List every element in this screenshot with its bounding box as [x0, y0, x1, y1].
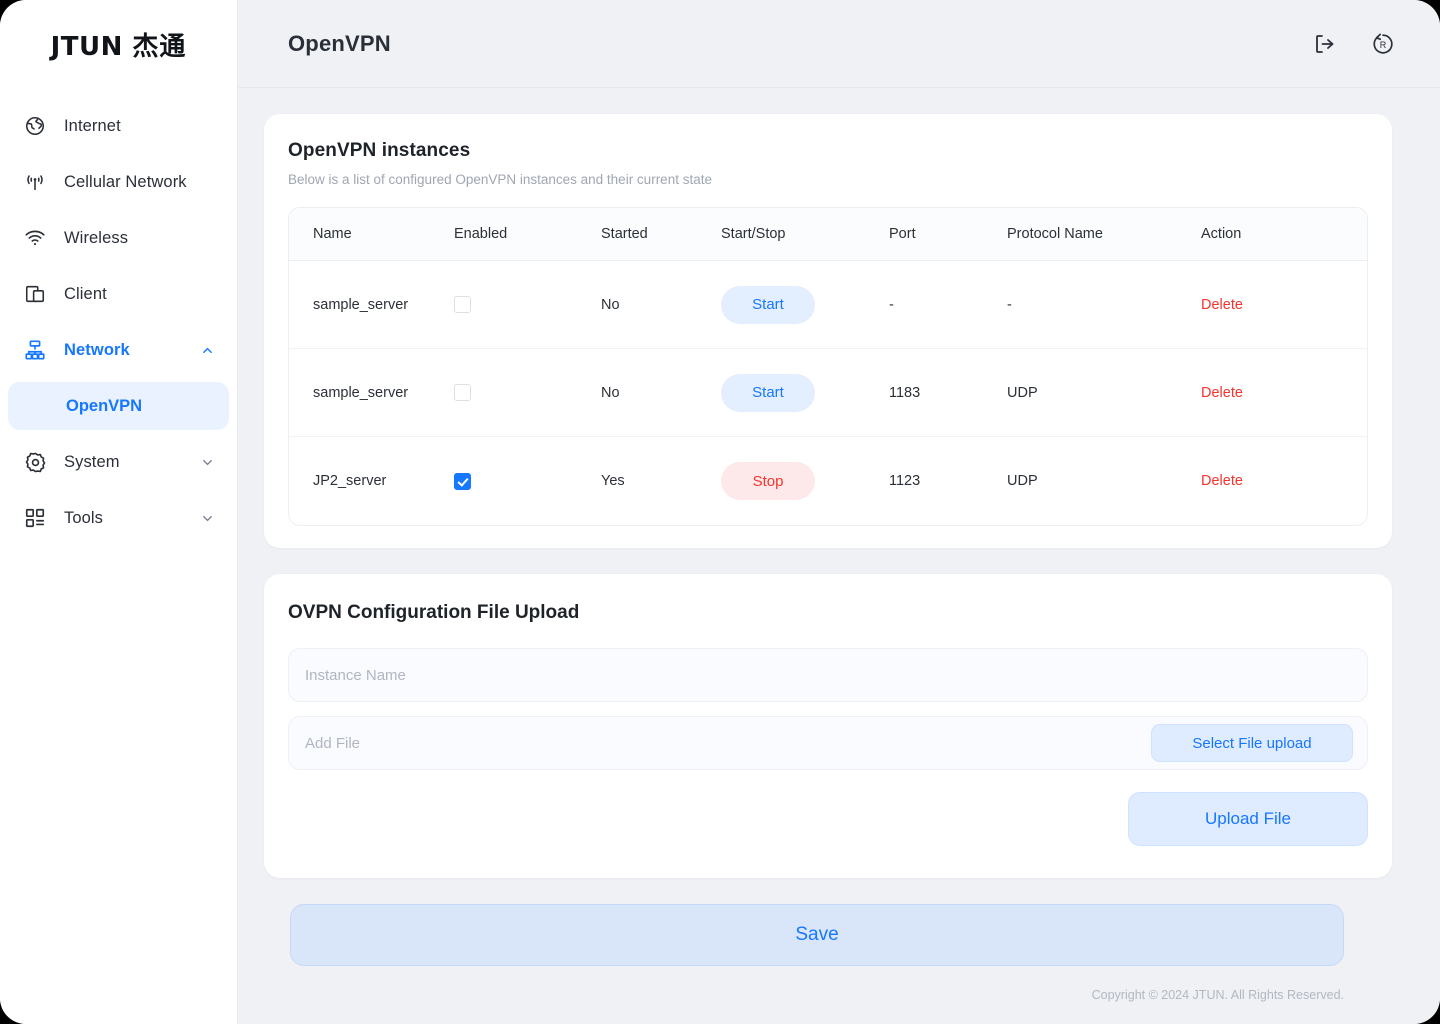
table-body: sample_server No Start - - Delete sample… — [289, 261, 1367, 525]
column-header-protocol: Protocol Name — [1007, 208, 1201, 261]
delete-button[interactable]: Delete — [1201, 473, 1243, 489]
sidebar-item-cellular-network[interactable]: Cellular Network — [0, 154, 237, 210]
cell-port: 1183 — [889, 349, 1007, 437]
table-head: Name Enabled Started Start/Stop Port Pro… — [289, 208, 1367, 261]
table-header-row: Name Enabled Started Start/Stop Port Pro… — [289, 208, 1367, 261]
cell-protocol: - — [1007, 261, 1201, 349]
sidebar-subitem-label: OpenVPN — [66, 396, 143, 415]
instances-subtitle: Below is a list of configured OpenVPN in… — [288, 172, 712, 187]
chevron-down-icon — [199, 510, 215, 526]
sidebar-item-label: Cellular Network — [64, 172, 187, 191]
cell-name: sample_server — [289, 261, 454, 349]
save-button[interactable]: Save — [290, 904, 1344, 966]
top-bar: OpenVPN R — [238, 0, 1440, 88]
cell-started: Yes — [601, 437, 721, 525]
footer-copyright: Copyright © 2024 JTUN. All Rights Reserv… — [1091, 988, 1344, 1002]
sidebar-item-network[interactable]: Network — [0, 322, 237, 378]
instance-name-field[interactable] — [288, 648, 1368, 702]
cell-startstop: Start — [721, 261, 889, 349]
instance-name-input[interactable] — [305, 649, 1353, 701]
cell-action: Delete — [1201, 437, 1367, 525]
cell-enabled — [454, 261, 601, 349]
sidebar-item-label: Network — [64, 340, 130, 359]
sidebar-item-label: Internet — [64, 116, 121, 135]
sidebar-item-system[interactable]: System — [0, 434, 237, 490]
sidebar-item-label: Wireless — [64, 228, 129, 247]
grid-icon — [22, 505, 48, 531]
antenna-icon — [22, 169, 48, 195]
openvpn-instances-table: Name Enabled Started Start/Stop Port Pro… — [288, 207, 1368, 526]
add-file-field[interactable]: Select File upload — [288, 716, 1368, 770]
sidebar-item-client[interactable]: Client — [0, 266, 237, 322]
logout-icon[interactable] — [1312, 31, 1338, 57]
upload-file-button[interactable]: Upload File — [1128, 792, 1368, 846]
cell-protocol: UDP — [1007, 349, 1201, 437]
delete-button[interactable]: Delete — [1201, 385, 1243, 401]
stop-button[interactable]: Stop — [721, 462, 815, 500]
cell-action: Delete — [1201, 261, 1367, 349]
instances-title: OpenVPN instances — [288, 140, 471, 161]
select-file-upload-button[interactable]: Select File upload — [1151, 724, 1353, 762]
sidebar-nav: Internet Cellular Network Wireless Clien… — [0, 88, 237, 546]
sidebar-item-openvpn[interactable]: OpenVPN — [8, 382, 229, 430]
chevron-down-icon — [199, 454, 215, 470]
ovpn-upload-card: OVPN Configuration File Upload Select Fi… — [264, 574, 1392, 878]
globe-icon — [22, 113, 48, 139]
column-header-name: Name — [289, 208, 454, 261]
logo-cjk-text: 杰通 — [132, 31, 187, 62]
reboot-icon[interactable]: R — [1370, 31, 1396, 57]
cell-name: sample_server — [289, 349, 454, 437]
column-header-port: Port — [889, 208, 1007, 261]
cell-startstop: Start — [721, 349, 889, 437]
cell-enabled — [454, 437, 601, 525]
table-row: sample_server No Start - - Delete — [289, 261, 1367, 349]
start-button[interactable]: Start — [721, 285, 815, 324]
sidebar-item-internet[interactable]: Internet — [0, 98, 237, 154]
wifi-icon — [22, 225, 48, 251]
cell-protocol: UDP — [1007, 437, 1201, 525]
column-header-startstop: Start/Stop — [721, 208, 889, 261]
main-area: OpenVPN R OpenVPN instances Below is a l… — [238, 0, 1440, 1024]
add-file-input[interactable] — [305, 717, 1151, 769]
column-header-enabled: Enabled — [454, 208, 601, 261]
sidebar-item-wireless[interactable]: Wireless — [0, 210, 237, 266]
cell-action: Delete — [1201, 349, 1367, 437]
gear-icon — [22, 449, 48, 475]
cell-enabled — [454, 349, 601, 437]
start-button[interactable]: Start — [721, 373, 815, 412]
table-row: sample_server No Start 1183 UDP Delete — [289, 349, 1367, 437]
sidebar: JTUN 杰通 Internet Cellular Network Wirele… — [0, 0, 238, 1024]
cell-port: 1123 — [889, 437, 1007, 525]
svg-text:R: R — [1380, 40, 1387, 50]
sitemap-icon — [22, 337, 48, 363]
cell-name: JP2_server — [289, 437, 454, 525]
cell-started: No — [601, 349, 721, 437]
enabled-checkbox[interactable] — [454, 472, 471, 490]
openvpn-instances-card: OpenVPN instances Below is a list of con… — [264, 114, 1392, 548]
cell-startstop: Stop — [721, 437, 889, 525]
page-title: OpenVPN — [288, 30, 391, 56]
app-window: JTUN 杰通 Internet Cellular Network Wirele… — [0, 0, 1440, 1024]
column-header-action: Action — [1201, 208, 1367, 261]
content-scroll: OpenVPN instances Below is a list of con… — [238, 88, 1440, 1024]
table-row: JP2_server Yes Stop 1123 UDP Delete — [289, 437, 1367, 525]
logo-latin-text: JTUN — [50, 31, 123, 62]
cell-port: - — [889, 261, 1007, 349]
cell-started: No — [601, 261, 721, 349]
top-bar-actions: R — [1312, 31, 1396, 57]
sidebar-item-label: Tools — [64, 508, 104, 527]
column-header-started: Started — [601, 208, 721, 261]
devices-icon — [22, 281, 48, 307]
enabled-checkbox[interactable] — [454, 296, 471, 313]
delete-button[interactable]: Delete — [1201, 297, 1243, 313]
chevron-up-icon — [199, 342, 215, 358]
sidebar-item-tools[interactable]: Tools — [0, 490, 237, 546]
brand-logo: JTUN 杰通 — [0, 0, 237, 88]
upload-title: OVPN Configuration File Upload — [288, 602, 580, 623]
sidebar-item-label: Client — [64, 284, 107, 303]
enabled-checkbox[interactable] — [454, 384, 471, 401]
sidebar-item-label: System — [64, 452, 120, 471]
